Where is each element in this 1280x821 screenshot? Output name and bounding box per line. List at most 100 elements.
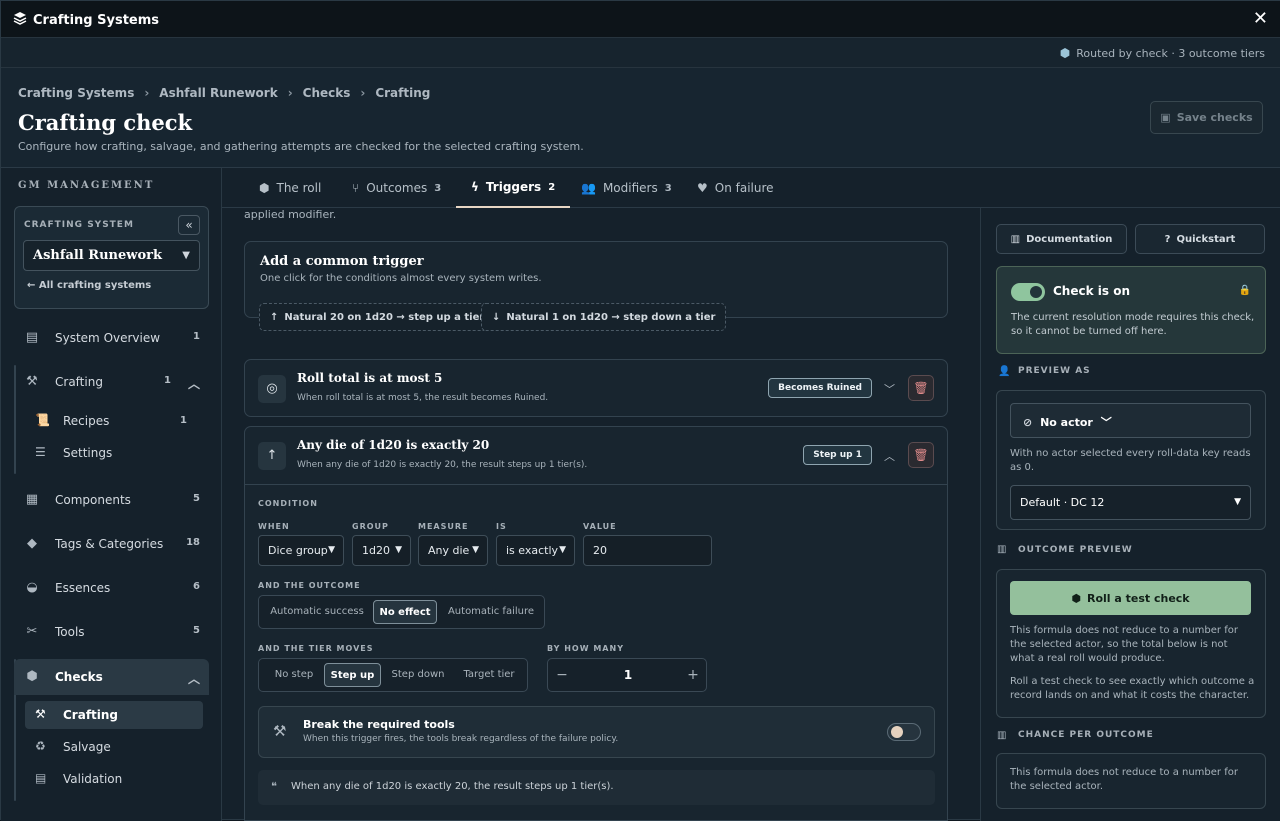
- group-label: GROUP: [352, 522, 389, 531]
- tier-target[interactable]: Target tier: [455, 663, 523, 687]
- check-status-title: Check is on: [1053, 284, 1130, 298]
- dc-select[interactable]: Default · DC 12 ▼: [1010, 485, 1251, 520]
- when-select[interactable]: Dice group ▼: [258, 535, 344, 566]
- minus-icon[interactable]: −: [552, 663, 572, 687]
- sidebar-item-components[interactable]: ▦ Components 5: [14, 482, 209, 518]
- outcome-segmented: Automatic success No effect Automatic fa…: [258, 595, 545, 629]
- collapse-icon[interactable]: «: [178, 215, 200, 235]
- value-label: VALUE: [583, 522, 617, 531]
- all-systems-link[interactable]: ← All crafting systems: [27, 280, 151, 291]
- hammer-icon: ⚒: [26, 374, 38, 389]
- clipboard-check-icon: ▤: [35, 771, 47, 785]
- chart-icon: ▥: [997, 544, 1007, 555]
- dice-icon: ⬢: [1059, 46, 1071, 60]
- recycle-icon: ♻: [35, 739, 46, 753]
- lock-icon: 🔒: [1238, 285, 1251, 296]
- plus-icon[interactable]: +: [683, 663, 703, 687]
- quote-icon: ❝: [271, 780, 277, 793]
- tab-bar: ⬢ The roll ⑂ Outcomes 3 ϟ Triggers 2 👥 Modifie…: [222, 168, 1280, 208]
- trigger-card-2: ↑ Any die of 1d20 is exactly 20 When any…: [244, 426, 948, 821]
- tier-no-step[interactable]: No step: [265, 663, 323, 687]
- natural-1-chip[interactable]: ↓ Natural 1 on 1d20 → step down a tier: [481, 303, 727, 331]
- caret-down-icon: ▼: [328, 545, 335, 555]
- tier-label: AND THE TIER MOVES: [258, 644, 374, 653]
- no-actor-icon: ⊘: [1023, 416, 1033, 429]
- common-trigger-card: Add a common trigger One click for the c…: [244, 241, 948, 331]
- save-button[interactable]: ▣ Save checks: [1150, 101, 1263, 134]
- breadcrumb: Crafting Systems › Ashfall Runework › Chec…: [18, 86, 430, 100]
- tab-modifiers[interactable]: 👥 Modifiers 3: [581, 168, 672, 208]
- clipboard-icon: ▤: [25, 330, 39, 345]
- outcome-auto-success[interactable]: Automatic success: [265, 600, 369, 624]
- sidebar-item-validation[interactable]: ▤ Validation: [25, 765, 203, 793]
- preview-as-card: ⊘ No actor ﹀ With no actor selected ever…: [996, 390, 1266, 530]
- breadcrumb-item[interactable]: Checks: [303, 86, 351, 100]
- chance-card: This formula does not reduce to a number…: [996, 753, 1266, 809]
- quantity-value[interactable]: 1: [608, 663, 648, 687]
- measure-label: MEASURE: [418, 522, 469, 531]
- outcome-note-2: Roll a test check to see exactly which o…: [1010, 676, 1255, 701]
- natural-20-chip[interactable]: ↑ Natural 20 on 1d20 → step up a tier: [259, 303, 496, 331]
- routing-status: ⬢ Routed by check · 3 outcome tiers: [1059, 46, 1265, 60]
- chevron-up-icon[interactable]: ︿: [188, 375, 200, 392]
- chevron-up-icon[interactable]: ︿: [884, 448, 895, 464]
- sidebar-item-tags[interactable]: ◆ Tags & Categories 18: [14, 526, 209, 562]
- page-subtitle: Configure how crafting, salvage, and gat…: [18, 140, 584, 153]
- trigger-card-1[interactable]: ◎ Roll total is at most 5 When roll tota…: [244, 359, 948, 417]
- sidebar-item-recipes[interactable]: 📜 Recipes 1: [25, 407, 203, 435]
- outcome-no-effect[interactable]: No effect: [373, 600, 437, 624]
- tier-step-up[interactable]: Step up: [324, 663, 381, 687]
- howmany-label: BY HOW MANY: [547, 644, 624, 653]
- trigger-title: Any die of 1d20 is exactly 20: [297, 438, 490, 452]
- actor-select[interactable]: ⊘ No actor ﹀: [1010, 403, 1251, 438]
- page-title: Crafting check: [18, 110, 193, 135]
- heart-icon: ♥: [697, 181, 708, 195]
- check-toggle[interactable]: [1011, 283, 1045, 301]
- value-input[interactable]: 20: [583, 535, 712, 566]
- quantity-stepper: − 1 +: [547, 658, 707, 692]
- caret-down-icon: ▼: [1234, 497, 1241, 507]
- group-select[interactable]: 1d20 ▼: [352, 535, 411, 566]
- tier-segmented: No step Step up Step down Target tier: [258, 658, 528, 692]
- close-icon[interactable]: ✕: [1253, 8, 1268, 29]
- branch-icon: ⑂: [352, 181, 360, 195]
- break-tools-desc: When this trigger fires, the tools break…: [303, 734, 619, 744]
- documentation-button[interactable]: ▥ Documentation: [996, 224, 1127, 254]
- outcome-auto-failure[interactable]: Automatic failure: [441, 600, 541, 624]
- sidebar-item-crafting[interactable]: ⚒ Crafting 1 ︿: [14, 364, 209, 400]
- users-icon: 👥: [581, 181, 596, 195]
- chevron-down-icon[interactable]: ﹀: [884, 381, 895, 397]
- break-tools-toggle[interactable]: [887, 723, 921, 741]
- trash-icon[interactable]: 🗑: [908, 375, 934, 401]
- tab-outcomes[interactable]: ⑂ Outcomes 3: [352, 168, 441, 208]
- system-select[interactable]: Ashfall Runework ▼: [23, 240, 200, 271]
- tier-step-down[interactable]: Step down: [385, 663, 451, 687]
- outcome-label: AND THE OUTCOME: [258, 581, 361, 590]
- toggle-knob: [891, 726, 903, 738]
- system-label: CRAFTING SYSTEM: [24, 220, 134, 230]
- sidebar-item-tools[interactable]: ✂ Tools 5: [14, 614, 209, 650]
- is-select[interactable]: is exactly ▼: [496, 535, 575, 566]
- chevron-up-icon[interactable]: ︿: [188, 670, 200, 687]
- sidebar-item-settings[interactable]: ☰ Settings: [25, 439, 203, 467]
- sidebar-item-checks-crafting[interactable]: ⚒ Crafting: [25, 701, 203, 729]
- roll-test-button[interactable]: ⬢ Roll a test check: [1010, 581, 1251, 615]
- breadcrumb-item[interactable]: Ashfall Runework: [159, 86, 277, 100]
- outcome-preview-heading: OUTCOME PREVIEW: [1018, 545, 1133, 555]
- sidebar-item-essences[interactable]: ◒ Essences 6: [14, 570, 209, 606]
- measure-select[interactable]: Any die ▼: [418, 535, 488, 566]
- chance-note: This formula does not reduce to a number…: [1010, 767, 1238, 792]
- sidebar-item-checks[interactable]: ⬢ Checks ︿: [14, 659, 209, 695]
- tab-on-failure[interactable]: ♥ On failure: [697, 168, 774, 208]
- tab-triggers[interactable]: ϟ Triggers 2: [456, 168, 571, 208]
- breadcrumb-item[interactable]: Crafting Systems: [18, 86, 134, 100]
- toggle-knob: [1030, 286, 1042, 298]
- quickstart-button[interactable]: ? Quickstart: [1135, 224, 1265, 254]
- chevron-down-icon: ﹀: [1100, 416, 1112, 429]
- sidebar-item-system-overview[interactable]: ▤ System Overview 1: [14, 320, 209, 356]
- chevron-right-icon: ›: [144, 86, 150, 100]
- sidebar-item-salvage[interactable]: ♻ Salvage: [25, 733, 203, 761]
- trash-icon[interactable]: 🗑: [908, 442, 934, 468]
- mortar-icon: ◒: [26, 580, 38, 595]
- tab-the-roll[interactable]: ⬢ The roll: [259, 168, 321, 208]
